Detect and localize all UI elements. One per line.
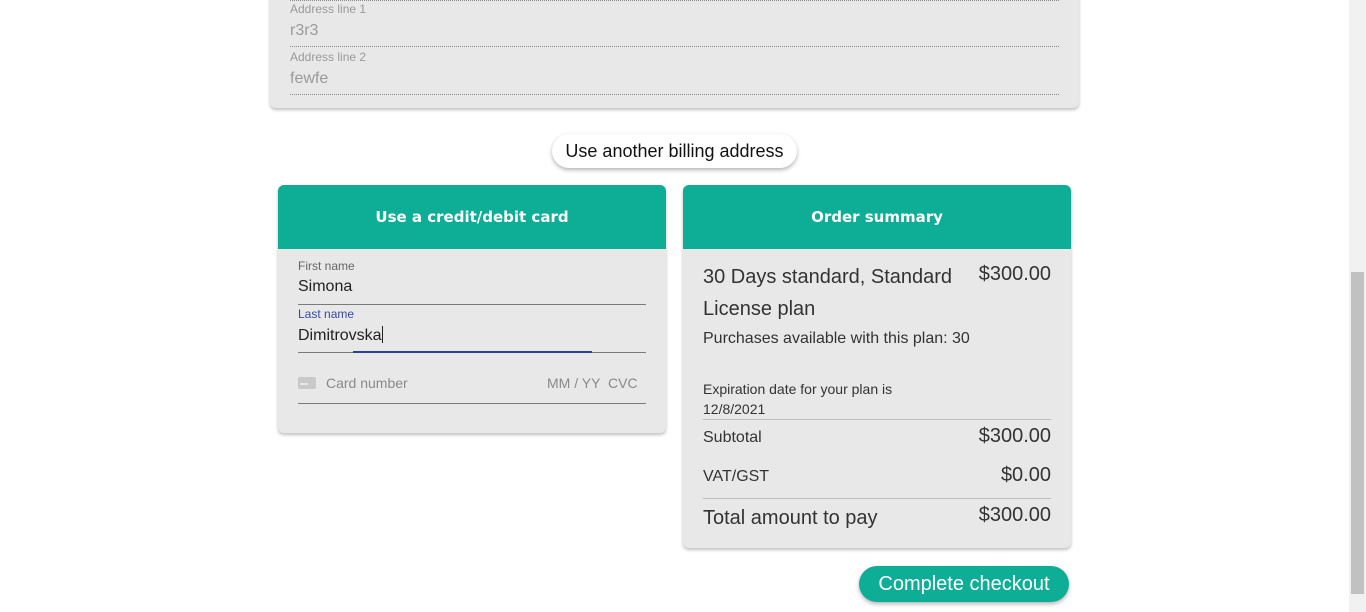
card-element[interactable]: Card number MM / YY CVC [298, 373, 646, 404]
text-caret [381, 326, 383, 343]
last-name-input[interactable]: Dimitrovska [298, 327, 382, 344]
divider [703, 419, 1051, 420]
focus-underline [353, 351, 592, 353]
address-line-2-label: Address line 2 [290, 50, 367, 64]
vertical-scrollbar[interactable] [1349, 0, 1366, 612]
divider [290, 0, 1059, 1]
vat-label: VAT/GST [703, 468, 770, 485]
address-line-1-field[interactable]: Address line 1 r3r3 [290, 2, 1059, 47]
address-line-1-input[interactable]: r3r3 [290, 22, 1059, 40]
card-expiry-input[interactable]: MM / YY [547, 375, 600, 391]
credit-card-icon [298, 377, 316, 389]
credit-card-panel: Use a credit/debit card First name Simon… [278, 185, 666, 433]
first-name-field[interactable]: First name Simona [298, 259, 646, 305]
address-line-1-label: Address line 1 [290, 2, 367, 16]
subtotal-value: $300.00 [978, 425, 1051, 447]
address-line-2-field[interactable]: Address line 2 fewfe [290, 50, 1059, 95]
scrollbar-thumb[interactable] [1351, 272, 1364, 594]
total-value: $300.00 [978, 504, 1051, 526]
order-summary-panel: Order summary 30 Days standard, Standard… [683, 185, 1071, 548]
total-label: Total amount to pay [703, 507, 878, 529]
use-another-billing-address-button[interactable]: Use another billing address [552, 134, 797, 168]
complete-checkout-button[interactable]: Complete checkout [859, 566, 1069, 602]
last-name-input-wrapper[interactable]: Dimitrovska [298, 326, 646, 348]
vat-value: $0.00 [1000, 464, 1051, 486]
address-line-2-input[interactable]: fewfe [290, 70, 1059, 88]
last-name-field[interactable]: Last name Dimitrovska [298, 307, 646, 353]
credit-card-panel-header: Use a credit/debit card [278, 185, 666, 249]
field-underline [290, 94, 1059, 95]
first-name-label: First name [298, 259, 355, 273]
card-number-input[interactable]: Card number [326, 375, 408, 391]
order-summary-header: Order summary [683, 185, 1071, 249]
checkout-page: Address line 1 r3r3 Address line 2 fewfe… [0, 0, 1366, 612]
field-underline [298, 351, 646, 353]
field-underline [298, 304, 646, 305]
subtotal-label: Subtotal [703, 429, 762, 446]
billing-address-card: Address line 1 r3r3 Address line 2 fewfe [270, 0, 1079, 108]
plan-name: 30 Days standard, Standard License plan [703, 266, 953, 320]
purchases-available: Purchases available with this plan: 30 [703, 330, 970, 347]
field-underline [290, 46, 1059, 47]
first-name-input[interactable]: Simona [298, 278, 646, 300]
last-name-label: Last name [298, 307, 355, 321]
card-cvc-input[interactable]: CVC [608, 375, 638, 391]
plan-price: $300.00 [978, 263, 1051, 285]
plan-expiration: Expiration date for your plan is 12/8/20… [703, 381, 893, 417]
divider [703, 498, 1051, 499]
